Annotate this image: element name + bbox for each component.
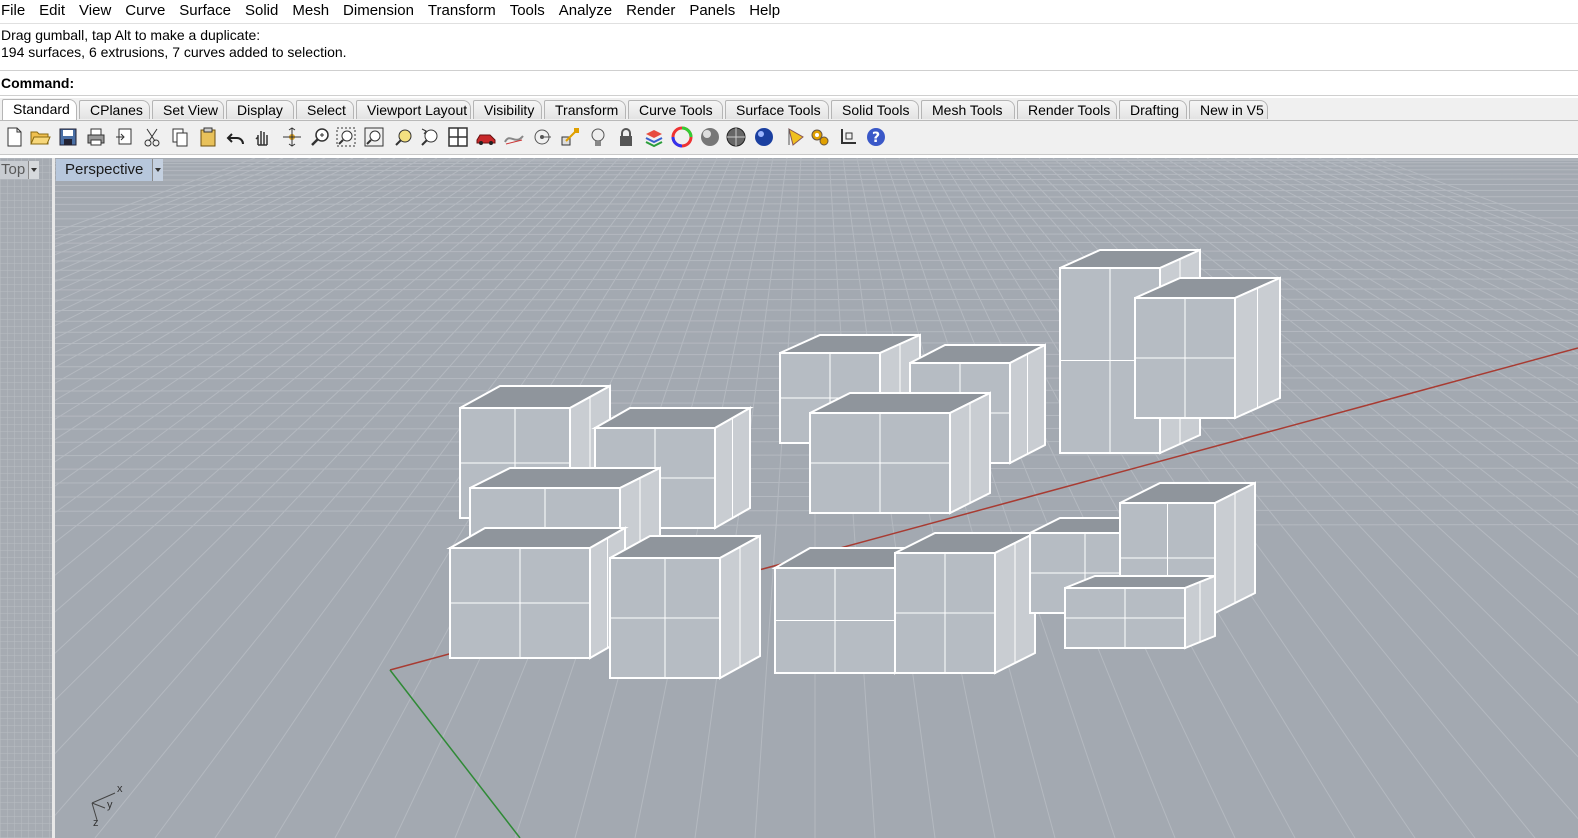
tab-cplanes[interactable]: CPlanes	[79, 100, 150, 119]
toolbar-tabs: Standard CPlanes Set View Display Select View…	[0, 98, 1578, 121]
paste-icon[interactable]	[196, 125, 220, 149]
history-line-1: Drag gumball, tap Alt to make a duplicat…	[1, 27, 261, 43]
top-viewport-label[interactable]: Top	[0, 161, 29, 179]
menu-transform[interactable]: Transform	[421, 0, 503, 22]
command-input[interactable]	[80, 73, 1564, 93]
tab-solid-tools[interactable]: Solid Tools	[831, 100, 919, 119]
standard-toolbar: ?	[0, 121, 1578, 155]
command-history: Drag gumball, tap Alt to make a duplicat…	[0, 23, 1578, 70]
menu-analyze[interactable]: Analyze	[552, 0, 619, 22]
top-viewport-title[interactable]: Top	[0, 161, 40, 179]
menu-file[interactable]: File	[0, 0, 32, 22]
menu-solid[interactable]: Solid	[238, 0, 285, 22]
axis-label-z: z	[93, 817, 99, 829]
object-cluster-3[interactable]	[1029, 248, 1281, 650]
menu-surface[interactable]: Surface	[172, 0, 238, 22]
tab-new-in-v5[interactable]: New in V5	[1189, 100, 1268, 119]
menu-render[interactable]: Render	[619, 0, 682, 22]
perspective-viewport[interactable]: xyz Perspective	[55, 158, 1578, 838]
menu-view[interactable]: View	[72, 0, 118, 22]
copy-icon[interactable]	[168, 125, 192, 149]
tab-transform[interactable]: Transform	[544, 100, 626, 119]
gumball-icon[interactable]	[558, 125, 582, 149]
rotate-view-icon[interactable]	[280, 125, 304, 149]
new-file-icon[interactable]	[2, 125, 26, 149]
tab-curve-tools[interactable]: Curve Tools	[628, 100, 723, 119]
zoom-previous-icon[interactable]	[418, 125, 442, 149]
lock-icon[interactable]	[614, 125, 638, 149]
pan-hand-icon[interactable]	[250, 125, 274, 149]
menu-panels[interactable]: Panels	[682, 0, 742, 22]
chevron-down-icon[interactable]	[152, 159, 164, 181]
tab-display[interactable]: Display	[226, 100, 294, 119]
four-viewports-icon[interactable]	[446, 125, 470, 149]
render-cone-icon[interactable]	[784, 125, 808, 149]
perspective-scene: xyz	[55, 158, 1578, 838]
zoom-window-icon[interactable]	[334, 125, 358, 149]
car-options-icon[interactable]	[474, 125, 498, 149]
tab-mesh-tools[interactable]: Mesh Tools	[921, 100, 1015, 119]
layer-icon[interactable]	[642, 125, 666, 149]
y-axis-line	[389, 669, 521, 838]
zoom-dynamic-icon[interactable]	[308, 125, 332, 149]
viewport-area: Top xyz Perspective	[0, 158, 1578, 838]
tab-visibility[interactable]: Visibility	[473, 100, 542, 119]
top-viewport[interactable]: Top	[0, 158, 55, 838]
zoom-selected-icon[interactable]	[392, 125, 416, 149]
command-label: Command:	[1, 75, 75, 91]
light-bulb-icon[interactable]	[586, 125, 610, 149]
open-folder-icon[interactable]	[28, 125, 52, 149]
undo-icon[interactable]	[224, 125, 248, 149]
history-line-2: 194 surfaces, 6 extrusions, 7 curves add…	[1, 44, 347, 60]
help-icon[interactable]: ?	[864, 125, 888, 149]
object-cluster-1[interactable]	[446, 384, 761, 680]
menu-mesh[interactable]: Mesh	[285, 0, 336, 22]
transform-axes-icon[interactable]	[836, 125, 860, 149]
menu-curve[interactable]: Curve	[118, 0, 172, 22]
import-icon[interactable]	[112, 125, 136, 149]
menu-tools[interactable]: Tools	[503, 0, 552, 22]
cut-icon[interactable]	[140, 125, 164, 149]
chevron-down-icon[interactable]	[28, 161, 40, 179]
blue-sphere-icon[interactable]	[752, 125, 776, 149]
tab-render-tools[interactable]: Render Tools	[1017, 100, 1117, 119]
menu-edit[interactable]: Edit	[32, 0, 72, 22]
menu-help[interactable]: Help	[742, 0, 787, 22]
settings-gears-icon[interactable]	[808, 125, 832, 149]
axis-label-x: x	[117, 783, 123, 795]
command-line: Command:	[0, 70, 1578, 96]
object-snap-icon[interactable]	[530, 125, 554, 149]
perspective-viewport-title[interactable]: Perspective	[56, 159, 164, 181]
tab-standard[interactable]: Standard	[2, 99, 77, 120]
selected-objects[interactable]	[446, 248, 1281, 680]
color-wheel-icon[interactable]	[670, 125, 694, 149]
svg-text:?: ?	[872, 130, 880, 146]
top-viewport-grid	[0, 158, 52, 838]
menu-bar: File Edit View Curve Surface Solid Mesh Dimensi…	[0, 0, 1578, 22]
menu-dimension[interactable]: Dimension	[336, 0, 421, 22]
zoom-extents-icon[interactable]	[362, 125, 386, 149]
shaded-sphere-icon[interactable]	[698, 125, 722, 149]
tab-select[interactable]: Select	[296, 100, 354, 119]
tab-surface-tools[interactable]: Surface Tools	[725, 100, 829, 119]
save-icon[interactable]	[56, 125, 80, 149]
print-icon[interactable]	[84, 125, 108, 149]
tab-drafting[interactable]: Drafting	[1119, 100, 1187, 119]
rendered-sphere-icon[interactable]	[724, 125, 748, 149]
perspective-viewport-label[interactable]: Perspective	[56, 159, 153, 181]
curve-options-icon[interactable]	[502, 125, 526, 149]
tab-set-view[interactable]: Set View	[152, 100, 224, 119]
axis-label-y: y	[107, 799, 113, 811]
tab-viewport-layout[interactable]: Viewport Layout	[356, 100, 471, 119]
